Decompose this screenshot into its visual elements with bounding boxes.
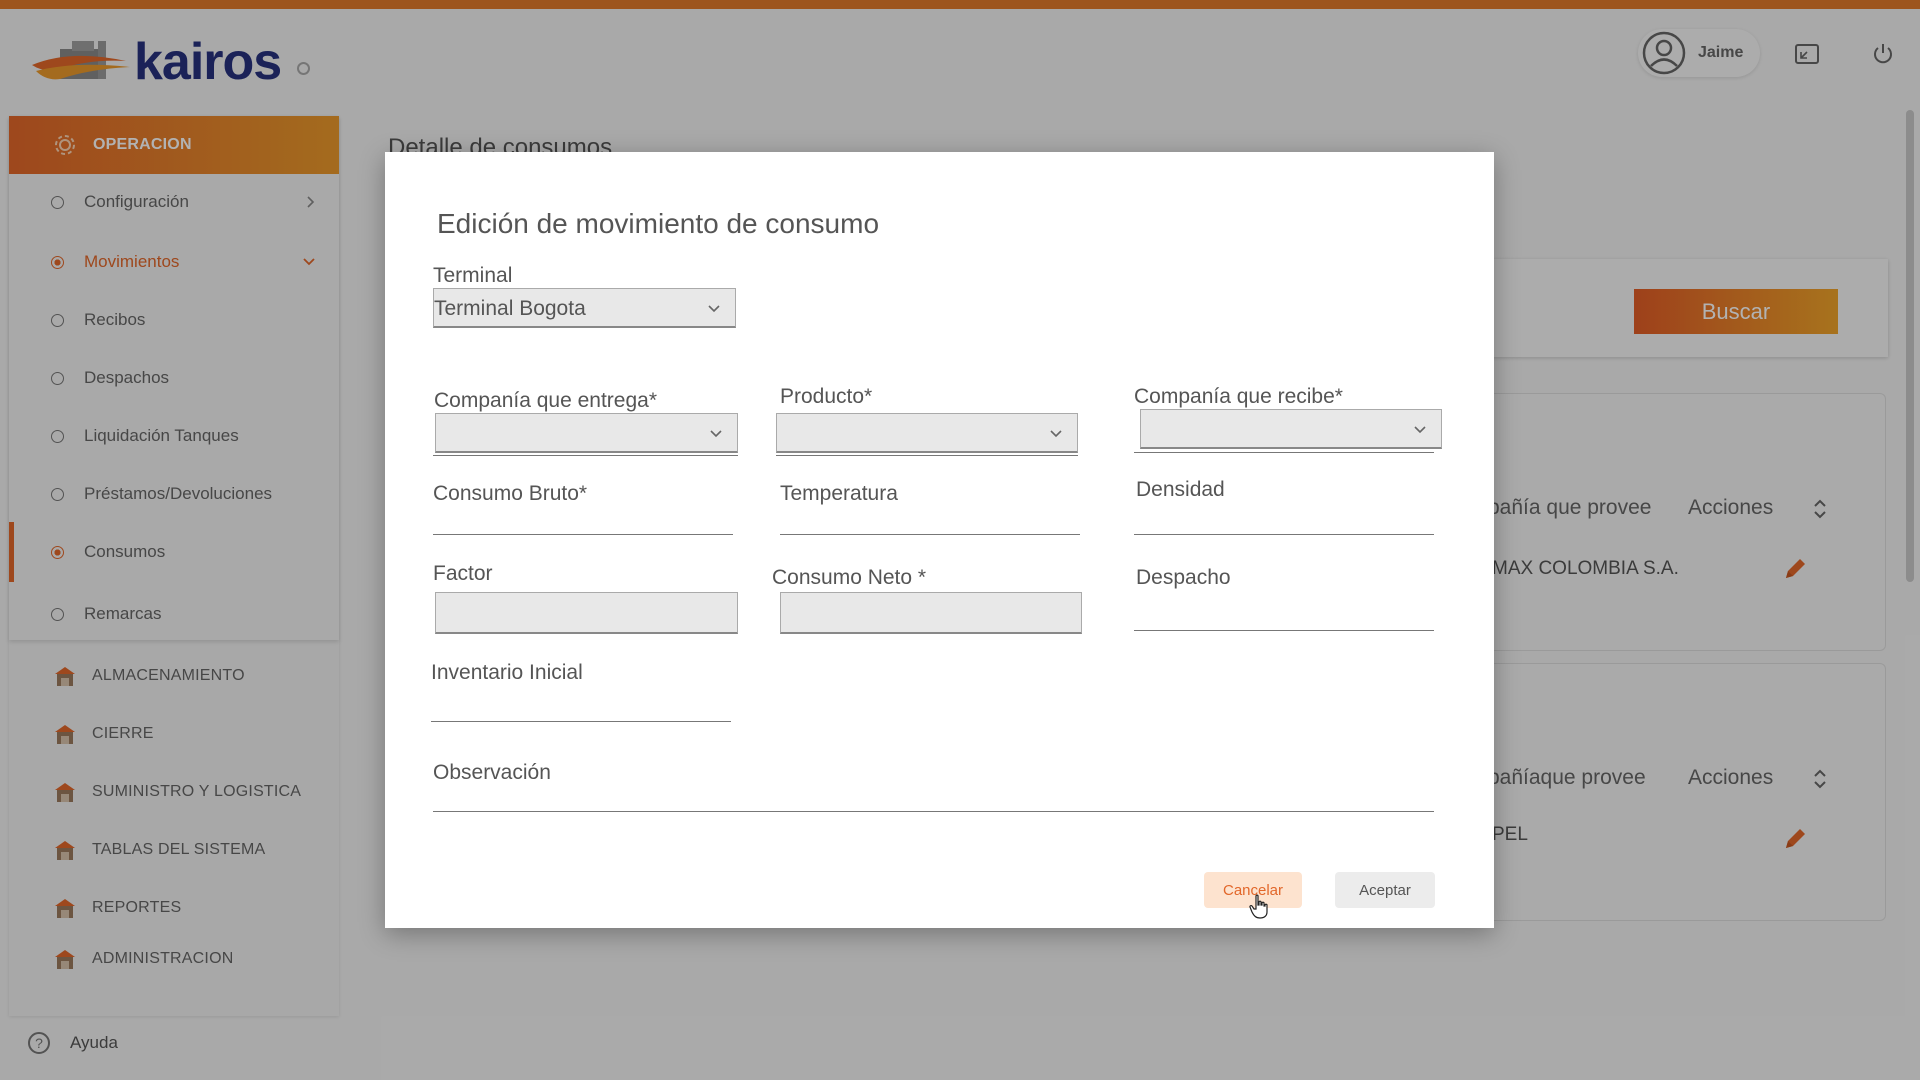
product-select[interactable] [776, 413, 1078, 453]
initial-inventory-label: Inventario Inicial [431, 661, 583, 684]
field-underline [776, 455, 1078, 456]
temperature-input[interactable] [780, 534, 1080, 535]
net-consumption-readonly-field [780, 592, 1082, 634]
edit-consumption-dialog: Edición de movimiento de consumo Termina… [385, 152, 1494, 928]
company-receives-select[interactable] [1140, 409, 1442, 449]
density-input[interactable] [1134, 534, 1434, 535]
terminal-label: Terminal [433, 264, 513, 287]
observation-input[interactable] [433, 811, 1434, 812]
dialog-title: Edición de movimiento de consumo [437, 208, 880, 239]
terminal-select[interactable]: Terminal Bogota [433, 288, 736, 328]
net-consumption-label: Consumo Neto * [772, 566, 927, 589]
initial-inventory-input[interactable] [431, 721, 731, 722]
accept-button[interactable]: Aceptar [1335, 872, 1435, 908]
company-delivers-label: Companía que entrega* [434, 389, 657, 412]
density-label: Densidad [1136, 478, 1225, 501]
hand-pointer-cursor-icon [1249, 894, 1268, 919]
chevron-down-icon [710, 430, 722, 438]
observation-label: Observación [433, 761, 551, 784]
company-delivers-select[interactable] [435, 413, 738, 453]
factor-label: Factor [433, 562, 493, 585]
field-underline [1134, 452, 1434, 453]
dispatch-input[interactable] [1134, 630, 1434, 631]
terminal-select-value: Terminal Bogota [434, 297, 586, 320]
factor-readonly-field [435, 592, 738, 634]
chevron-down-icon [1050, 430, 1062, 438]
product-label: Producto* [780, 385, 873, 408]
company-receives-label: Companía que recibe* [1134, 385, 1343, 408]
gross-consumption-label: Consumo Bruto* [433, 482, 588, 505]
dispatch-label: Despacho [1136, 566, 1231, 589]
gross-consumption-input[interactable] [433, 534, 733, 535]
chevron-down-icon [1414, 426, 1426, 434]
temperature-label: Temperatura [780, 482, 898, 505]
chevron-down-icon [708, 305, 720, 313]
field-underline [433, 455, 738, 456]
